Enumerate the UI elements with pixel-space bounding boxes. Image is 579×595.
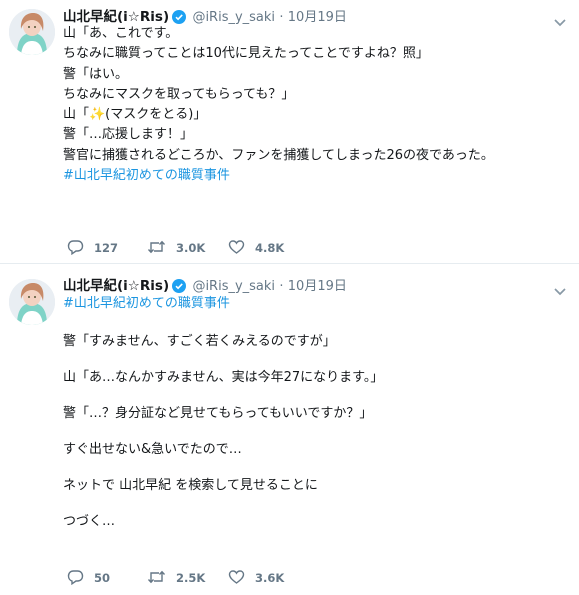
display-name[interactable]: 山北早紀(i☆Ris): [63, 278, 169, 294]
text-line: [63, 356, 568, 368]
text-line: ちなみにマスクを取ってもらっても？」: [63, 86, 295, 102]
text-line: [63, 500, 568, 512]
chevron-down-icon[interactable]: [553, 13, 567, 27]
text-line: 山「あ…なんかすみません、実は今年27になります。」: [63, 370, 384, 385]
display-name[interactable]: 山北早紀(i☆Ris): [63, 9, 169, 25]
chevron-down-icon[interactable]: [553, 282, 567, 296]
like-button[interactable]: 3.6K: [228, 569, 284, 587]
text-line: [63, 428, 568, 440]
tweet-header: 山北早紀(i☆Ris) @iRis_y_saki · 10月19日: [63, 276, 347, 296]
tweet-text: #山北早紀初めての職質事件警「すみません、すごく若くみえるのですが」山「あ…なん…: [63, 294, 568, 532]
text-line: 警官に捕獲されるどころか、ファンを捕獲してしまった26の夜であった。: [63, 147, 494, 163]
tweet-date[interactable]: 10月19日: [288, 279, 347, 294]
text-line: [63, 464, 568, 476]
retweet-count: 2.5K: [176, 571, 206, 585]
retweet-icon: [147, 569, 176, 588]
like-button[interactable]: 4.8K: [228, 239, 284, 257]
text-line: [63, 392, 568, 404]
reply-button[interactable]: 50: [67, 569, 110, 587]
text-line: ネットで 山北早紀 を検索して見せることに: [63, 478, 318, 493]
heart-icon: [228, 569, 255, 588]
heart-icon: [228, 239, 255, 258]
text-line: [63, 314, 568, 332]
hashtag-link[interactable]: #山北早紀初めての職質事件: [63, 294, 568, 314]
reply-icon: [67, 239, 94, 258]
text-line: すぐ出せない&急いでたので…: [63, 442, 242, 457]
tweet-text: 山「あ、これです。ちなみに職質ってことは10代に見えたってことですよね？照」 警「…: [63, 24, 568, 186]
user-handle[interactable]: @iRis_y_saki: [192, 279, 275, 294]
reply-count: 50: [94, 571, 111, 585]
retweet-icon: [147, 239, 176, 258]
separator-dot: ·: [279, 279, 284, 294]
user-handle[interactable]: @iRis_y_saki: [192, 10, 275, 25]
text-line: 山「あ、これです。: [63, 26, 179, 41]
text-line: 警「すみません、すごく若くみえるのですが」: [63, 334, 336, 349]
hashtag-link[interactable]: #山北早紀初めての職質事件: [63, 166, 568, 186]
text-line: 警「…？身分証など見せてもらってもいいですか？」: [63, 406, 373, 421]
text-line: つづく…: [63, 514, 116, 529]
separator-dot: ·: [279, 10, 284, 25]
reply-icon: [67, 569, 94, 588]
retweet-button[interactable]: 3.0K: [147, 239, 205, 257]
text-line: 警「…応援します！」: [63, 127, 194, 143]
reply-count: 127: [94, 241, 119, 255]
tweet[interactable]: 山北早紀(i☆Ris) @iRis_y_saki · 10月19日 山「あ、これ…: [0, 0, 579, 263]
tweet-date[interactable]: 10月19日: [288, 10, 347, 25]
reply-button[interactable]: 127: [67, 239, 118, 257]
tweet[interactable]: 山北早紀(i☆Ris) @iRis_y_saki · 10月19日 #山北早紀初…: [0, 264, 579, 595]
retweet-button[interactable]: 2.5K: [147, 569, 205, 587]
like-count: 4.8K: [255, 241, 285, 255]
retweet-count: 3.0K: [176, 241, 206, 255]
text-line: 山「✨(マスクをとる)」: [63, 107, 207, 123]
text-line: 警「はい。: [63, 66, 129, 82]
like-count: 3.6K: [255, 571, 285, 585]
avatar[interactable]: [9, 279, 55, 325]
avatar[interactable]: [9, 9, 55, 55]
text-line: ちなみに職質ってことは10代に見えたってことですよね？照」: [63, 46, 429, 62]
